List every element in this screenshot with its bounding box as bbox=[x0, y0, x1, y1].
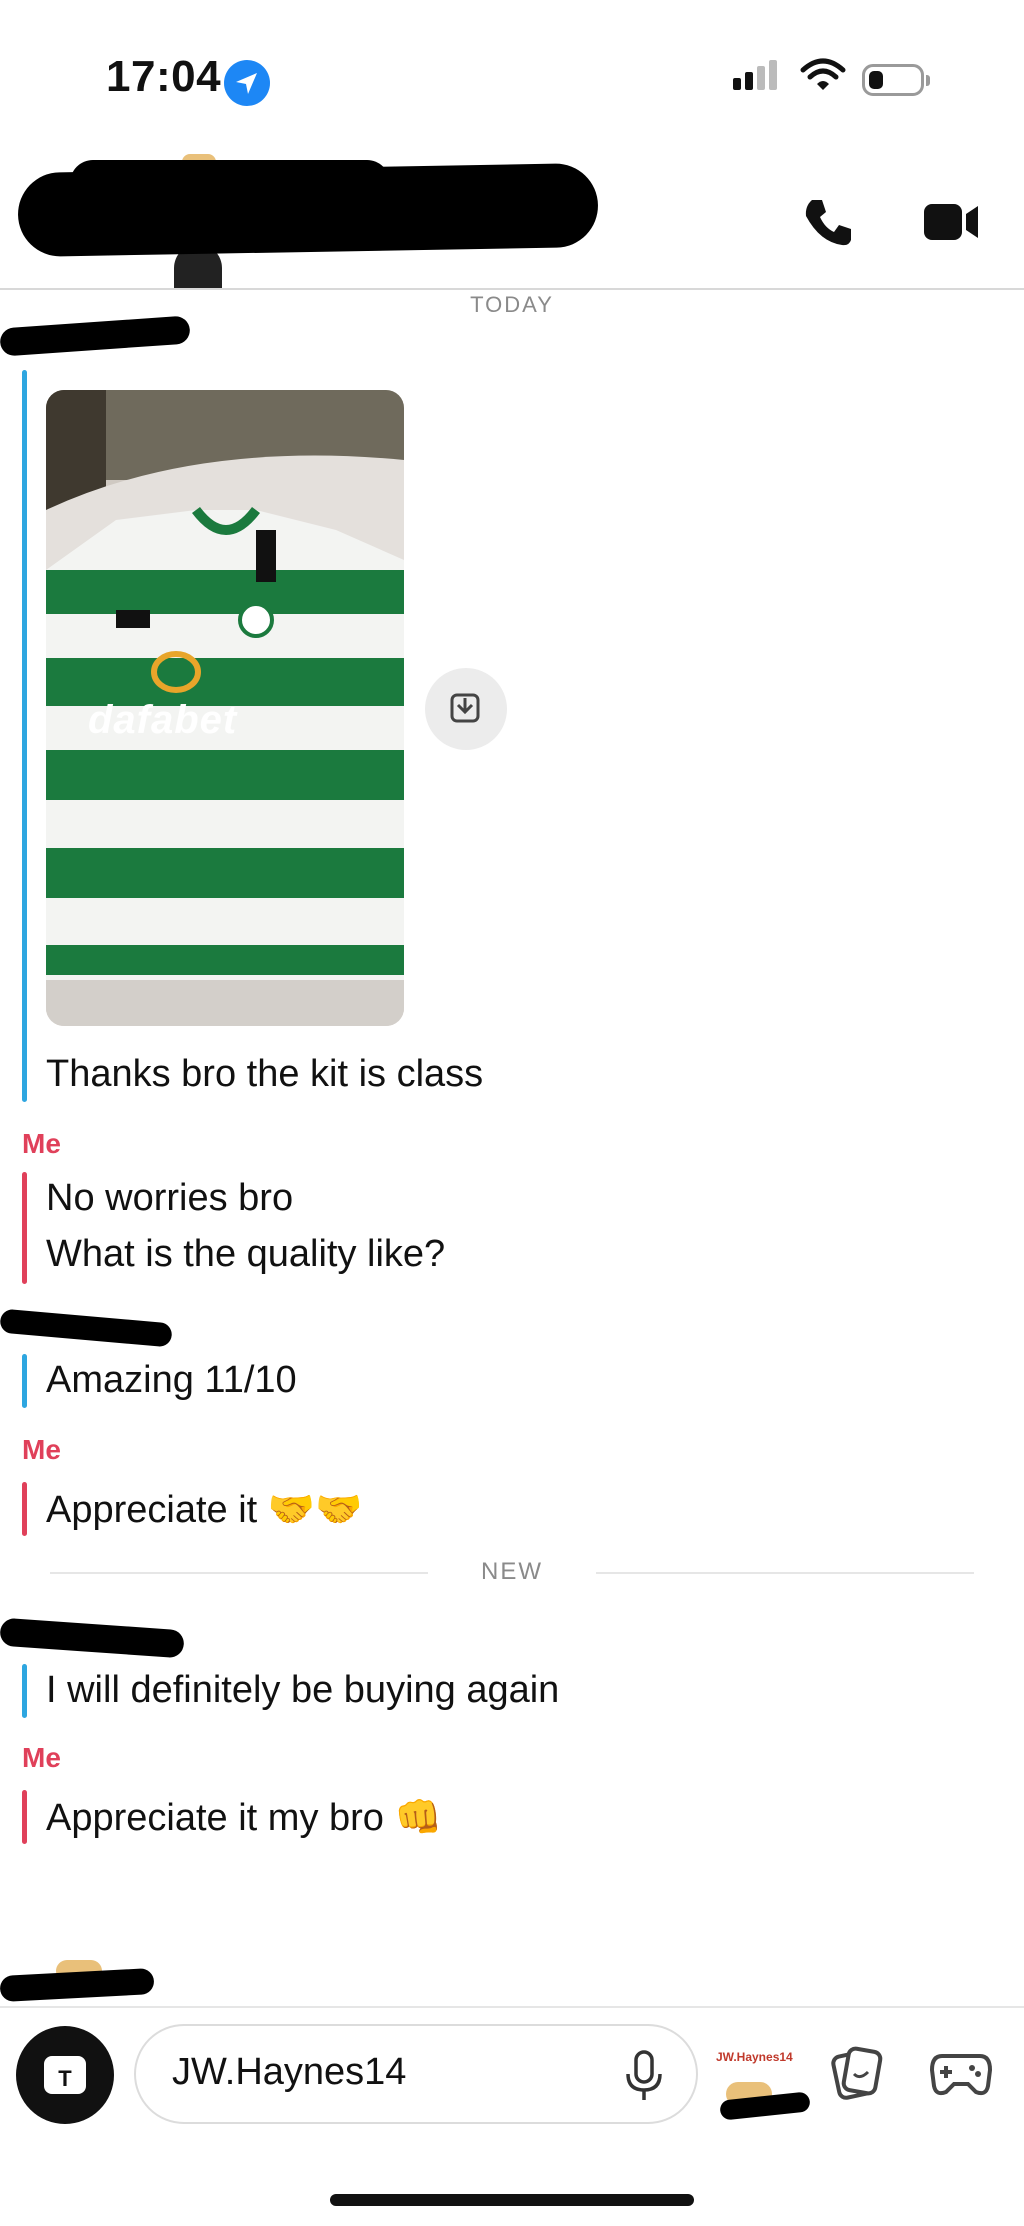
friend-message-bar bbox=[22, 370, 27, 1102]
message-text: What is the quality like? bbox=[46, 1233, 446, 1275]
friend-message-bar bbox=[22, 1664, 27, 1718]
sticker-button[interactable] bbox=[826, 2044, 886, 2109]
message-text: No worries bro bbox=[46, 1177, 294, 1219]
day-label: TODAY bbox=[470, 292, 554, 317]
me-message-bar bbox=[22, 1790, 27, 1844]
redacted-typing-indicator bbox=[0, 1967, 155, 2003]
jersey-sponsor-text: dafabet bbox=[88, 698, 238, 742]
call-button[interactable] bbox=[800, 194, 856, 255]
me-sender-label: Me bbox=[22, 1128, 61, 1159]
me-sender-label: Me bbox=[22, 1434, 61, 1465]
location-arrow-icon bbox=[224, 60, 270, 106]
bitmoji-tag: JW.Haynes14 bbox=[716, 2050, 793, 2064]
composer-divider bbox=[0, 2006, 1024, 2008]
redacted-name-2 bbox=[70, 160, 390, 206]
me-sender-label: Me bbox=[22, 1742, 61, 1773]
message-text: Thanks bro the kit is class bbox=[46, 1053, 484, 1095]
camera-icon: T bbox=[44, 2056, 86, 2094]
redacted-sender-label bbox=[0, 1308, 173, 1348]
microphone-button[interactable] bbox=[622, 2048, 666, 2109]
save-to-chat-icon bbox=[450, 693, 480, 723]
battery-level bbox=[869, 71, 883, 89]
games-button[interactable] bbox=[929, 2050, 993, 2103]
camera-button[interactable]: T bbox=[16, 2026, 114, 2124]
message-text: I will definitely be buying again bbox=[46, 1669, 560, 1711]
friend-message-bar bbox=[22, 1354, 27, 1408]
home-indicator bbox=[330, 2194, 694, 2206]
me-message-bar bbox=[22, 1482, 27, 1536]
chat-input[interactable]: JW.Haynes14 bbox=[134, 2024, 698, 2124]
header-divider bbox=[0, 288, 1024, 290]
message-text: Appreciate it my bro 👊 bbox=[46, 1797, 442, 1839]
game-controller-icon bbox=[929, 2054, 993, 2096]
sticker-icon bbox=[831, 2046, 883, 2100]
battery-icon bbox=[862, 64, 930, 96]
new-divider-line bbox=[596, 1572, 974, 1574]
save-photo-button[interactable] bbox=[425, 668, 507, 750]
wifi-icon bbox=[800, 58, 846, 99]
status-time: 17:04 bbox=[106, 52, 222, 101]
message-text: Appreciate it 🤝🤝 bbox=[46, 1489, 363, 1531]
redacted-sender-label bbox=[0, 315, 191, 357]
chat-input-text[interactable]: JW.Haynes14 bbox=[172, 2051, 406, 2094]
svg-text:T: T bbox=[58, 2066, 72, 2091]
redacted-sender-label bbox=[0, 1617, 185, 1659]
video-call-button[interactable] bbox=[922, 200, 982, 249]
me-message-bar bbox=[22, 1172, 27, 1284]
microphone-icon bbox=[626, 2050, 662, 2100]
jersey-photo[interactable]: dafabet bbox=[46, 390, 404, 1026]
message-text: Amazing 11/10 bbox=[46, 1359, 297, 1401]
